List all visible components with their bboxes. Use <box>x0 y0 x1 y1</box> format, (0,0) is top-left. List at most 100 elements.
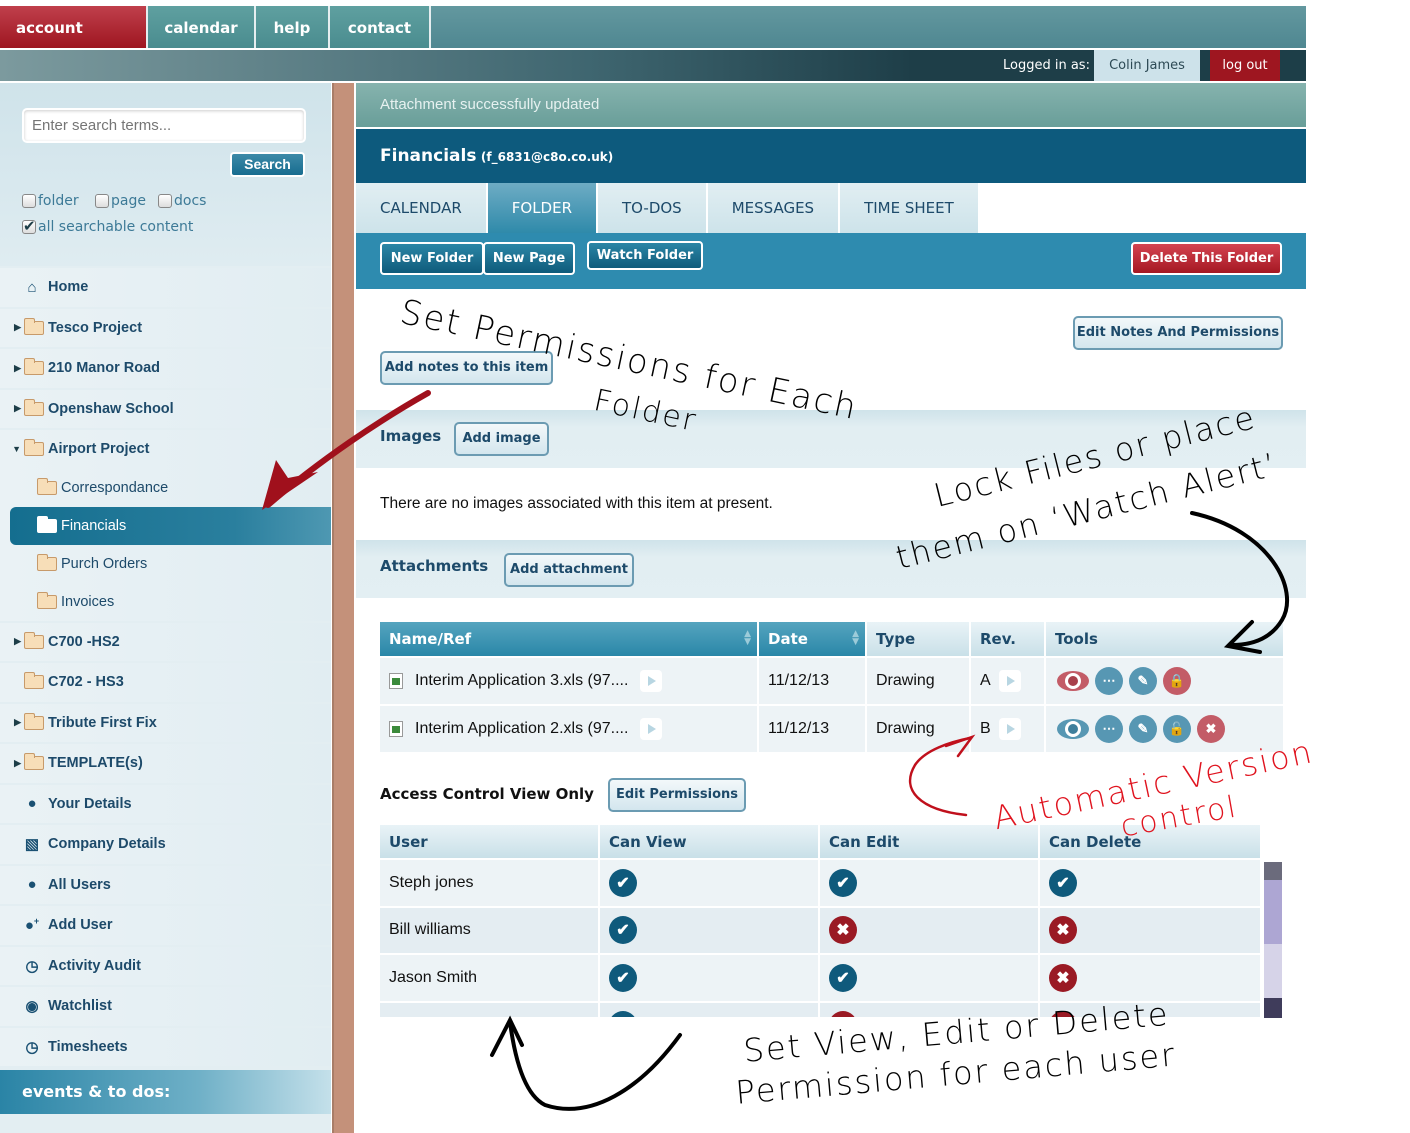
lock-icon[interactable]: 🔒 <box>1163 667 1191 695</box>
tab-time-sheet[interactable]: TIME SHEET <box>840 183 980 233</box>
events-todos-header[interactable]: events & to dos: <box>0 1070 331 1114</box>
permissions-scrollbar[interactable] <box>1264 862 1282 1018</box>
watch-folder-button[interactable]: Watch Folder <box>587 241 703 270</box>
new-folder-button[interactable]: New Folder <box>380 242 484 275</box>
delete-folder-button[interactable]: Delete This Folder <box>1131 242 1282 275</box>
cross-icon: ✖ <box>829 1011 857 1017</box>
unwatch-eye-icon[interactable] <box>1055 667 1091 695</box>
unlock-icon[interactable]: 🔓 <box>1163 715 1191 743</box>
sidebar-item-financials[interactable]: Financials <box>10 506 331 545</box>
sidebar-item-210-manor-road[interactable]: ▶ 210 Manor Road <box>0 349 331 388</box>
sidebar-item-c700-hs2[interactable]: ▶ C700 -HS2 <box>0 622 331 661</box>
edit-pen-icon[interactable]: ✎ <box>1129 715 1157 743</box>
column-header-name[interactable]: Name/Ref ▲ ▼ <box>380 622 759 656</box>
search-option-page[interactable]: page <box>95 193 146 209</box>
logout-button[interactable]: log out <box>1210 50 1280 81</box>
sidebar-item-label: Add User <box>48 917 113 934</box>
edit-permissions-button[interactable]: Edit Permissions <box>608 778 746 812</box>
sidebar-item-timesheets[interactable]: ◷ Timesheets <box>0 1027 331 1066</box>
sidebar-item-add-user[interactable]: ●+ Add User <box>0 906 331 945</box>
search-option-all[interactable]: all searchable content <box>22 217 193 235</box>
expand-arrow-icon[interactable]: ▶ <box>9 403 21 414</box>
nav-tab-calendar[interactable]: calendar <box>148 6 256 48</box>
expand-icon[interactable] <box>640 718 663 740</box>
logged-in-label: Logged in as: <box>1003 58 1090 73</box>
expand-arrow-icon[interactable]: ▶ <box>9 758 21 769</box>
comment-icon[interactable]: ⋯ <box>1095 715 1123 743</box>
expand-arrow-icon[interactable]: ▶ <box>9 717 21 728</box>
permission-edit: ✔ <box>820 955 1040 1001</box>
add-image-button[interactable]: Add image <box>454 422 549 456</box>
watch-eye-icon[interactable] <box>1055 715 1091 743</box>
sidebar-item-watchlist[interactable]: ◉ Watchlist <box>0 987 331 1026</box>
sidebar-item-label: Tribute First Fix <box>48 714 157 731</box>
checkbox-checked[interactable] <box>22 217 36 235</box>
expand-arrow-icon[interactable]: ▶ <box>9 322 21 333</box>
tab-todos[interactable]: TO-DOS <box>598 183 708 233</box>
sidebar-item-c702-hs3[interactable]: ▶C702 - HS3 <box>0 663 331 702</box>
collapse-arrow-icon[interactable]: ▼ <box>9 444 21 454</box>
checkbox[interactable] <box>158 194 172 208</box>
sidebar-item-all-users[interactable]: ●​ All Users <box>0 865 331 904</box>
expand-arrow-icon[interactable]: ▶ <box>9 636 21 647</box>
attachment-name[interactable]: Interim Application 2.xls (97.... <box>380 706 759 752</box>
expand-icon[interactable] <box>640 670 663 692</box>
file-name[interactable]: Interim Application 2.xls (97.... <box>415 720 628 738</box>
revision-expand-icon[interactable] <box>998 718 1021 740</box>
scroll-thumb[interactable] <box>1264 880 1282 944</box>
sidebar-item-openshaw-school[interactable]: ▶ Openshaw School <box>0 389 331 428</box>
sort-icon[interactable]: ▲ ▼ <box>852 630 859 647</box>
sidebar-item-tesco-project[interactable]: ▶ Tesco Project <box>0 308 331 347</box>
scroll-down-arrow[interactable] <box>1264 998 1282 1018</box>
attachment-name[interactable]: Interim Application 3.xls (97.... <box>380 658 759 704</box>
checkbox[interactable] <box>95 194 109 208</box>
folder-icon <box>24 631 44 649</box>
file-name[interactable]: Interim Application 3.xls (97.... <box>415 672 628 690</box>
permission-edit: ✖ <box>820 907 1040 953</box>
access-control-label: Access Control View Only <box>380 785 594 803</box>
tab-calendar[interactable]: CALENDAR <box>356 183 488 233</box>
sidebar-item-invoices[interactable]: Invoices <box>0 583 331 621</box>
sidebar: Search folder page docs all searchable c… <box>0 83 331 1133</box>
rev-value: A <box>980 672 991 689</box>
sidebar-item-templates[interactable]: ▶ TEMPLATE(s) <box>0 744 331 783</box>
new-page-button[interactable]: New Page <box>483 242 575 275</box>
nav-tab-account-home[interactable]: account home <box>0 6 148 81</box>
search-input[interactable] <box>22 108 306 143</box>
column-header-date[interactable]: Date ▲ ▼ <box>759 622 867 656</box>
folder-header: Financials (f_6831@c8o.co.uk) <box>356 129 1306 183</box>
nav-tab-contact[interactable]: contact <box>330 6 431 48</box>
sidebar-item-tribute-first-fix[interactable]: ▶ Tribute First Fix <box>0 703 331 742</box>
search-button[interactable]: Search <box>230 152 305 177</box>
current-user[interactable]: Colin James <box>1094 50 1200 81</box>
sidebar-item-activity-audit[interactable]: ◷ Activity Audit <box>0 946 331 985</box>
add-attachment-button[interactable]: Add attachment <box>504 553 634 587</box>
table-row: John P... ✔ ✖ ✖ <box>380 1002 1260 1017</box>
revision-expand-icon[interactable] <box>998 670 1021 692</box>
sidebar-item-company-details[interactable]: ▧ Company Details <box>0 825 331 864</box>
sidebar-item-correspondance[interactable]: Correspondance <box>0 469 331 507</box>
scroll-up-arrow[interactable] <box>1264 862 1282 880</box>
attachment-tools: ⋯ ✎ 🔓 ✖ <box>1046 706 1283 752</box>
folder-icon <box>24 317 44 335</box>
checkbox[interactable] <box>22 194 36 208</box>
success-notice: Attachment successfully updated <box>356 83 1306 127</box>
sidebar-item-airport-project[interactable]: ▼ Airport Project <box>0 430 331 469</box>
nav-tab-help[interactable]: help <box>256 6 330 48</box>
expand-arrow-icon[interactable]: ▶ <box>9 363 21 374</box>
edit-pen-icon[interactable]: ✎ <box>1129 667 1157 695</box>
search-option-folder[interactable]: folder <box>22 193 79 209</box>
sidebar-item-label: Invoices <box>61 593 115 610</box>
sort-icon[interactable]: ▲ ▼ <box>744 630 751 647</box>
edit-notes-permissions-button[interactable]: Edit Notes And Permissions <box>1073 316 1283 350</box>
sidebar-item-home[interactable]: ⌂ Home <box>0 268 331 307</box>
sidebar-item-your-details[interactable]: ● Your Details <box>0 784 331 823</box>
add-notes-button[interactable]: Add notes to this item <box>380 351 553 385</box>
search-option-docs[interactable]: docs <box>158 193 206 209</box>
table-header: Name/Ref ▲ ▼ Date ▲ ▼ Type Rev. Tools <box>380 622 1283 656</box>
tab-messages[interactable]: MESSAGES <box>707 183 841 233</box>
sidebar-item-purch-orders[interactable]: Purch Orders <box>0 545 331 583</box>
tab-folder[interactable]: FOLDER <box>487 183 599 233</box>
delete-icon[interactable]: ✖ <box>1197 715 1225 743</box>
comment-icon[interactable]: ⋯ <box>1095 667 1123 695</box>
